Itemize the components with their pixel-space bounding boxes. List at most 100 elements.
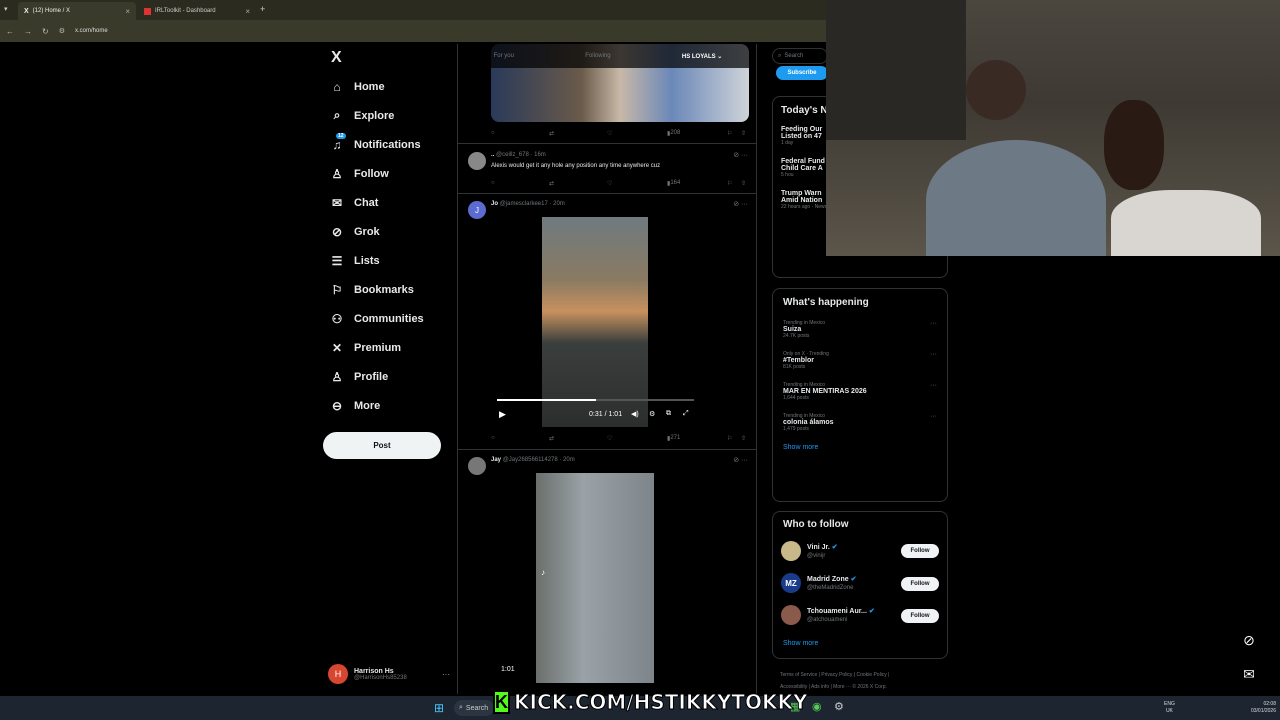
sidebar-item-explore[interactable]: ⌕ Explore <box>320 101 456 130</box>
more-icon[interactable]: ··· <box>930 320 937 327</box>
search-input[interactable]: ⌕ Search <box>772 48 828 64</box>
bookmark-icon[interactable]: ⚐ <box>727 435 732 442</box>
show-more-link[interactable]: Show more <box>783 444 937 451</box>
avatar[interactable] <box>468 152 486 170</box>
tweet-more-icon[interactable]: ⊘ ··· <box>733 456 748 464</box>
bookmark-icon[interactable]: ⚐ <box>727 130 732 137</box>
x-logo[interactable]: X <box>320 44 456 72</box>
avatar[interactable]: MZ <box>781 573 801 593</box>
webcam-person-2-body <box>1111 190 1261 256</box>
sidebar-item-grok[interactable]: ⊘ Grok <box>320 217 456 246</box>
show-more-link[interactable]: Show more <box>783 640 818 647</box>
back-icon[interactable]: ← <box>6 27 14 36</box>
retweet-icon[interactable]: ⇄ <box>549 130 554 137</box>
views-count[interactable]: ▮ 271 <box>667 435 680 442</box>
tweet-video[interactable]: ♪ 1:01 <box>491 473 700 683</box>
account-switcher[interactable]: H Harrison Hs @HarrisonHs85238 ··· <box>328 660 450 688</box>
site-info-icon[interactable]: ⚙ <box>59 27 65 35</box>
views-count[interactable]: ▮ 164 <box>667 180 680 187</box>
volume-icon[interactable]: ◀) <box>631 410 639 418</box>
share-icon[interactable]: ⇧ <box>741 435 746 442</box>
more-icon[interactable]: ··· <box>930 413 937 420</box>
play-icon[interactable]: ▶ <box>499 409 506 420</box>
avatar[interactable]: J <box>468 201 486 219</box>
sidebar-item-home[interactable]: ⌂ Home <box>320 72 456 101</box>
follow-button[interactable]: Follow <box>901 609 939 623</box>
retweet-icon[interactable]: ⇄ <box>549 435 554 442</box>
views-count[interactable]: ▮ 208 <box>667 130 680 137</box>
share-icon[interactable]: ⇧ <box>741 180 746 187</box>
tweet-more-icon[interactable]: ⊘ ··· <box>733 200 748 208</box>
tab-menu-icon[interactable]: ▾ <box>4 5 8 13</box>
tab-label: IRLToolkit - Dashboard <box>155 8 216 14</box>
subscribe-button[interactable]: Subscribe <box>776 66 828 80</box>
bookmark-icon[interactable]: ⚐ <box>727 180 732 187</box>
forward-icon[interactable]: → <box>24 27 32 36</box>
trend-item[interactable]: Trending in Mexico MAR EN MENTIRAS 2026 … <box>783 382 937 401</box>
notification-badge: 12 <box>336 132 346 139</box>
tab-hs-loyals[interactable]: HS LOYALS ⌄ <box>682 53 722 60</box>
sidebar-item-more[interactable]: ⊖ More <box>320 391 456 420</box>
like-icon[interactable]: ♡ <box>607 130 612 137</box>
clock[interactable]: 02:08 03/01/2026 <box>1226 701 1276 715</box>
settings-icon[interactable]: ⚙ <box>834 700 844 713</box>
windows-start-icon[interactable]: ⊞ <box>434 701 444 715</box>
kick-url-text: KICK.COM/HSTIKKYTOKKY <box>513 690 808 715</box>
like-icon[interactable]: ♡ <box>607 180 612 187</box>
irltoolkit-favicon-icon <box>144 7 151 15</box>
trend-item[interactable]: Trending in Mexico colonia álamos 1,479 … <box>783 413 937 432</box>
tweet-video[interactable]: ▶ 0:31 / 1:01 ◀) ⚙ ⧉ ⤢ <box>491 217 700 427</box>
sidebar-item-notifications[interactable]: ♫ 12 Notifications <box>320 130 456 159</box>
close-tab-icon[interactable]: × <box>245 7 250 16</box>
sidebar-item-chat[interactable]: ✉ Chat <box>320 188 456 217</box>
close-tab-icon[interactable]: × <box>125 7 130 16</box>
video-progress-track[interactable] <box>497 399 694 401</box>
xbox-icon[interactable]: ◉ <box>812 700 822 713</box>
video-time: 0:31 / 1:01 <box>589 411 623 418</box>
settings-icon[interactable]: ⚙ <box>649 410 655 418</box>
tiktok-watermark-icon: ♪ <box>541 568 545 577</box>
avatar[interactable] <box>781 605 801 625</box>
trend-item[interactable]: Trending in Mexico Suiza 24.7K posts ··· <box>783 320 937 339</box>
tweet-actions: ○ ⇄ ♡ ▮ 164 ⚐ ⇧ <box>491 178 749 188</box>
tab-following[interactable]: Following <box>585 53 610 59</box>
sidebar-item-bookmarks[interactable]: ⚐ Bookmarks <box>320 275 456 304</box>
avatar[interactable] <box>468 457 486 475</box>
sidebar-item-label: Notifications <box>354 138 421 151</box>
follow-button[interactable]: Follow <box>901 577 939 591</box>
mail-icon[interactable]: ✉ <box>1238 666 1260 686</box>
new-tab-button[interactable]: + <box>260 4 265 14</box>
search-icon: ⌕ <box>778 52 782 59</box>
browser-tab-irltoolkit[interactable]: IRLToolkit - Dashboard × <box>138 2 256 20</box>
like-icon[interactable]: ♡ <box>607 435 612 442</box>
share-icon[interactable]: ⇧ <box>741 130 746 137</box>
sidebar-item-lists[interactable]: ☰ Lists <box>320 246 456 275</box>
fullscreen-icon[interactable]: ⤢ <box>683 410 689 418</box>
follow-button[interactable]: Follow <box>901 544 939 558</box>
sidebar-item-follow[interactable]: ♙ Follow <box>320 159 456 188</box>
tweet-more-icon[interactable]: ⊘ ··· <box>733 151 748 159</box>
browser-tab-x-home[interactable]: X (12) Home / X × <box>18 2 136 20</box>
retweet-icon[interactable]: ⇄ <box>549 180 554 187</box>
divider <box>458 143 756 144</box>
grok-icon[interactable]: ⊘ <box>1238 632 1260 652</box>
post-button[interactable]: Post <box>323 432 441 459</box>
url-field[interactable]: x.com/home <box>75 28 108 34</box>
more-icon[interactable]: ··· <box>930 351 937 358</box>
reload-icon[interactable]: ↻ <box>42 27 49 36</box>
trend-item[interactable]: Only on X · Trending #Temblor 81K posts … <box>783 351 937 370</box>
sidebar-item-profile[interactable]: ♙ Profile <box>320 362 456 391</box>
address-bar: ← → ↻ ⚙ x.com/home <box>0 20 826 42</box>
reply-icon[interactable]: ○ <box>491 180 495 186</box>
sidebar-item-premium[interactable]: ✕ Premium <box>320 333 456 362</box>
tab-for-you[interactable]: For you <box>494 53 514 59</box>
reply-icon[interactable]: ○ <box>491 435 495 441</box>
taskbar-search[interactable]: ⌕ Search <box>454 700 494 716</box>
avatar[interactable] <box>781 541 801 561</box>
language-indicator[interactable]: ENG UK <box>1164 701 1175 715</box>
pip-icon[interactable]: ⧉ <box>666 410 671 418</box>
sidebar-item-communities[interactable]: ⚇ Communities <box>320 304 456 333</box>
reply-icon[interactable]: ○ <box>491 130 495 136</box>
more-icon[interactable]: ··· <box>930 382 937 389</box>
account-more-icon[interactable]: ··· <box>442 670 450 679</box>
